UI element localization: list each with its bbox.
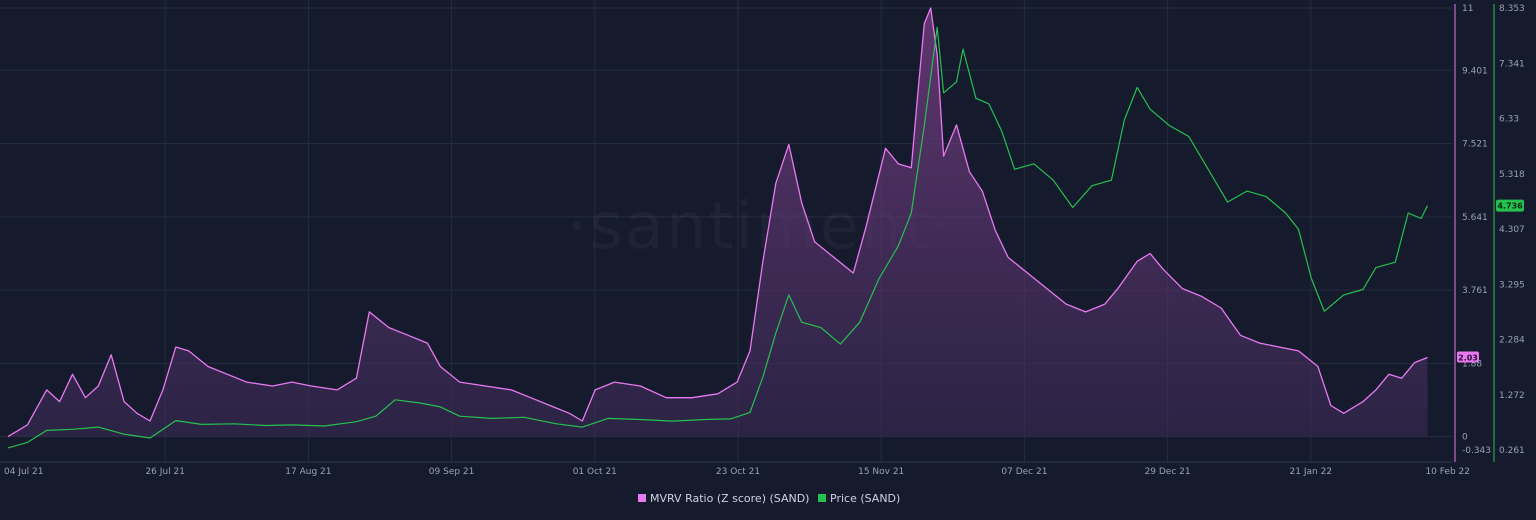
x-axis-tick-label: 26 Jul 21 — [145, 467, 185, 477]
x-axis-tick-label: 29 Dec 21 — [1145, 467, 1191, 477]
right-axis-tick-label: 8.353 — [1499, 4, 1525, 14]
legend-label: MVRV Ratio (Z score) (SAND) — [650, 492, 809, 505]
legend-swatch — [638, 494, 646, 502]
x-axis-tick-label: 04 Jul 21 — [4, 467, 44, 477]
legend-label: Price (SAND) — [830, 492, 900, 505]
right-axis-tick-label: 3.295 — [1499, 280, 1525, 290]
right-axis-tick-label: 2.284 — [1499, 336, 1525, 346]
right-axis-tick-label: 5.318 — [1499, 170, 1525, 180]
x-axis-tick-label: 09 Sep 21 — [429, 467, 475, 477]
left-axis-tick-label: 11 — [1462, 4, 1473, 14]
x-axis-tick-label: 07 Dec 21 — [1001, 467, 1047, 477]
x-axis-tick-label: 15 Nov 21 — [858, 467, 904, 477]
left-axis-tick-label: 9.401 — [1462, 66, 1488, 76]
x-axis-tick-label: 23 Oct 21 — [716, 467, 760, 477]
left-axis-tick-label: -0.343 — [1462, 446, 1491, 456]
legend: MVRV Ratio (Z score) (SAND) Price (SAND) — [638, 492, 900, 505]
left-axis-tick-label: 3.761 — [1462, 286, 1488, 296]
right-axis-tick-label: 0.261 — [1499, 446, 1525, 456]
price-current-value: 4.736 — [1497, 202, 1523, 211]
right-axis-tick-label: 6.33 — [1499, 115, 1519, 125]
left-axis-tick-label: 5.641 — [1462, 213, 1488, 223]
legend-swatch — [818, 494, 826, 502]
chart: ·santiment· 119.4017.5215.6413.7611.880-… — [0, 0, 1536, 520]
x-axis-tick-label: 17 Aug 21 — [285, 467, 331, 477]
right-axis-tick-label: 1.272 — [1499, 391, 1525, 401]
x-axis-tick-label: 21 Jan 22 — [1290, 467, 1333, 477]
left-axis-tick-label: 7.521 — [1462, 140, 1488, 150]
right-axis-tick-label: 4.307 — [1499, 225, 1525, 235]
left-axis-tick-label: 0 — [1462, 433, 1468, 443]
x-axis-tick-label: 01 Oct 21 — [573, 467, 617, 477]
x-axis-tick-label: 10 Feb 22 — [1425, 467, 1470, 477]
mvrv-current-value: 2.03 — [1458, 354, 1478, 363]
right-axis-tick-label: 7.341 — [1499, 59, 1525, 69]
